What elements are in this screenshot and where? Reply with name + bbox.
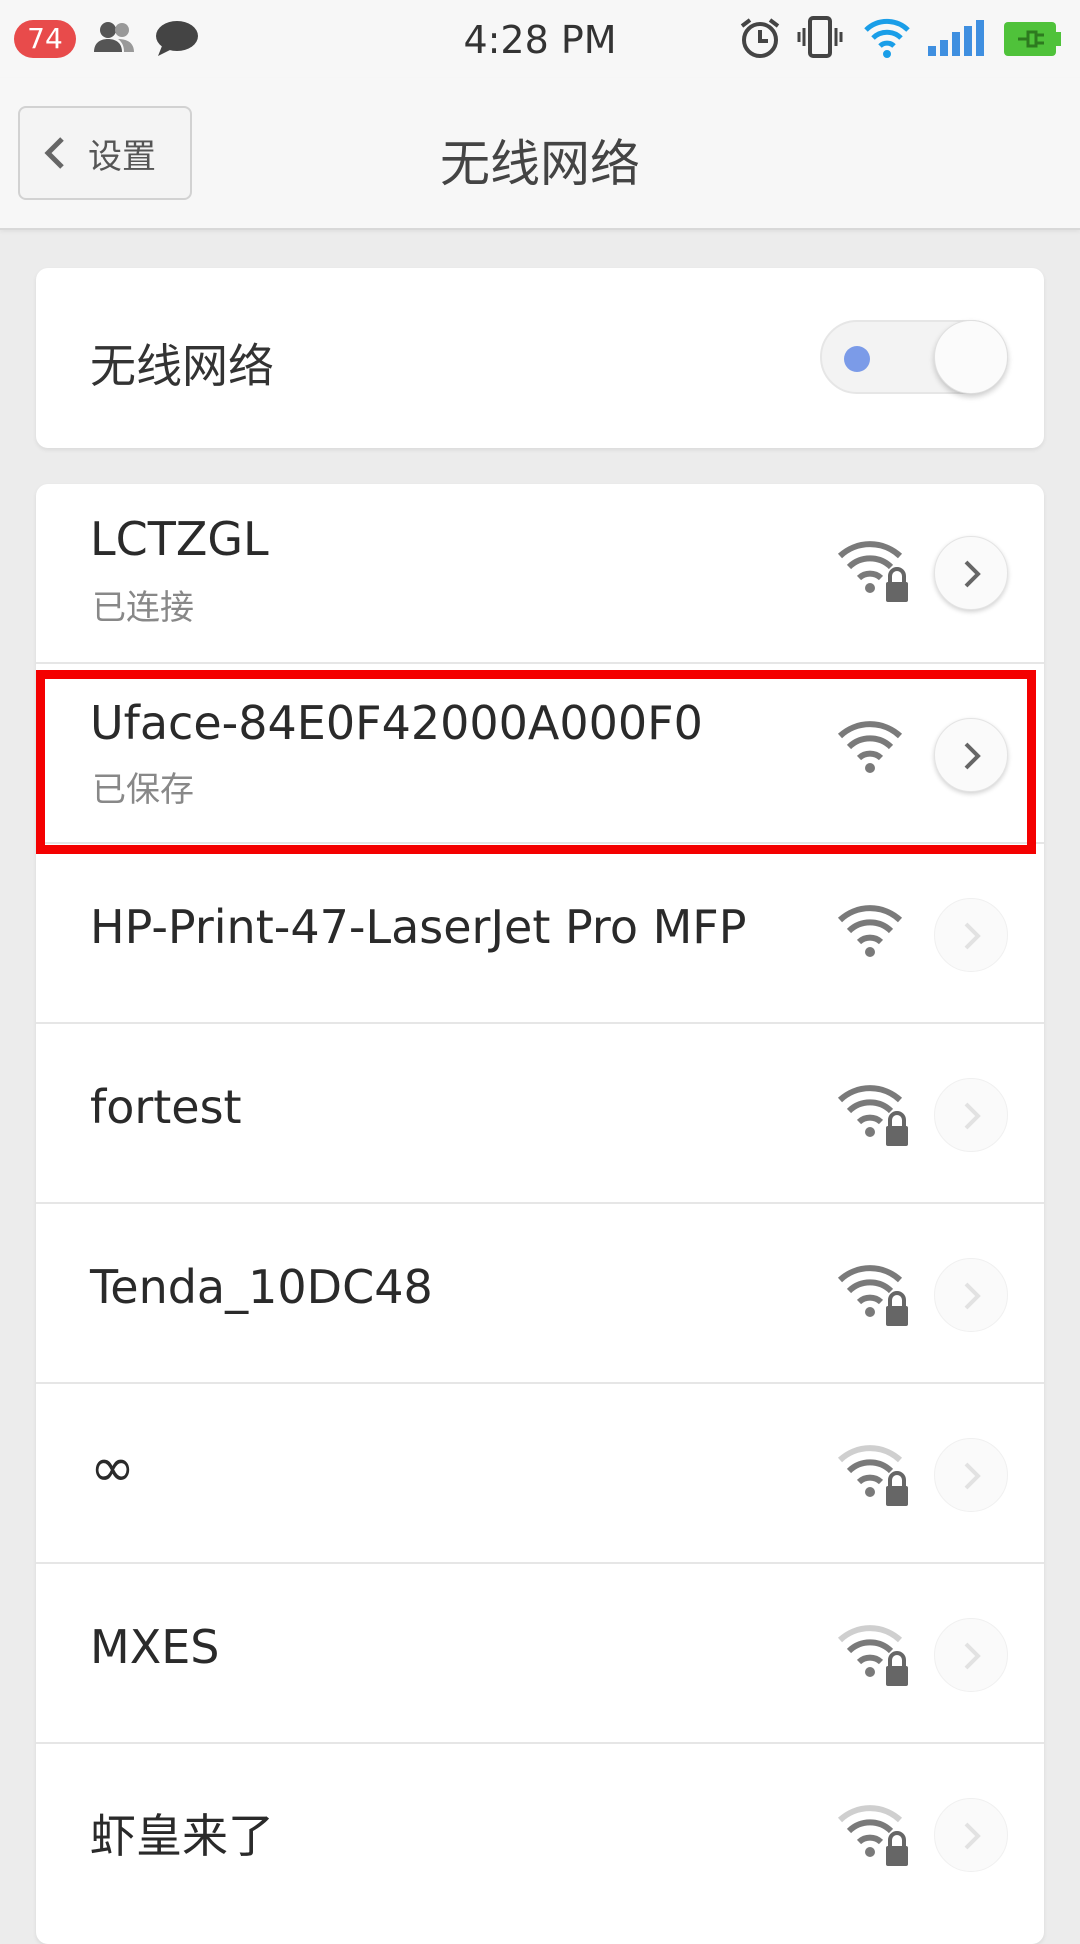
network-details-button[interactable] (934, 1618, 1008, 1692)
network-status: 已保存 (92, 770, 194, 810)
battery-charging-icon (1004, 22, 1061, 56)
clock: 4:28 PM (463, 18, 617, 62)
network-status: 已连接 (92, 588, 194, 628)
network-row[interactable]: fortest (36, 1024, 1044, 1204)
wifi-toggle-label: 无线网络 (90, 339, 274, 393)
chevron-right-icon (964, 742, 981, 770)
wifi-locked-icon (837, 1625, 908, 1686)
network-details-button[interactable] (934, 1258, 1008, 1332)
wifi-locked-icon (837, 541, 908, 602)
wifi-locked-icon (837, 1805, 908, 1866)
wifi-signal-icon (837, 721, 903, 773)
network-row[interactable]: HP-Print-47-LaserJet Pro MFP (36, 844, 1044, 1024)
chevron-right-icon (964, 922, 981, 950)
network-details-button[interactable] (934, 1078, 1008, 1152)
network-ssid: fortest (90, 1080, 242, 1134)
wifi-toggle-switch[interactable] (820, 320, 1008, 394)
network-ssid: Tenda_10DC48 (90, 1260, 433, 1314)
network-ssid: HP-Print-47-LaserJet Pro MFP (90, 900, 747, 954)
network-row[interactable]: 虾皇来了 (36, 1744, 1044, 1924)
toggle-knob[interactable] (934, 320, 1008, 394)
network-details-button[interactable] (934, 1798, 1008, 1872)
wifi-locked-icon (837, 1265, 908, 1326)
page-title: 无线网络 (440, 135, 640, 193)
toggle-indicator (844, 346, 870, 372)
chevron-right-icon (964, 1822, 981, 1850)
chevron-right-icon (964, 1462, 981, 1490)
signal-icon (928, 20, 984, 56)
network-row[interactable]: Uface-84E0F42000A000F0 已保存 (36, 664, 1044, 844)
network-row[interactable]: Tenda_10DC48 (36, 1204, 1044, 1384)
chevron-right-icon (964, 1102, 981, 1130)
network-details-button[interactable] (934, 718, 1008, 792)
network-details-button[interactable] (934, 898, 1008, 972)
wifi-icon (864, 18, 910, 58)
network-list: LCTZGL 已连接 Uface-84E0F42000A000F0 已保存 HP… (36, 484, 1044, 1944)
chevron-right-icon (964, 1282, 981, 1310)
wifi-locked-icon (837, 1085, 908, 1146)
network-details-button[interactable] (934, 1438, 1008, 1512)
network-ssid: 虾皇来了 (90, 1809, 274, 1863)
wifi-toggle-card: 无线网络 (36, 268, 1044, 448)
chevron-right-icon (964, 560, 981, 588)
network-ssid: Uface-84E0F42000A000F0 (90, 696, 703, 750)
wifi-signal-icon (837, 905, 903, 957)
network-row[interactable]: LCTZGL 已连接 (36, 484, 1044, 664)
network-ssid: ∞ (90, 1436, 135, 1499)
network-row[interactable]: ∞ (36, 1384, 1044, 1564)
vibrate-icon (797, 16, 843, 58)
status-bar: 74 4:28 PM (0, 0, 1080, 78)
network-row[interactable]: MXES (36, 1564, 1044, 1744)
alarm-icon (740, 18, 780, 58)
chevron-right-icon (964, 1642, 981, 1670)
network-ssid: LCTZGL (90, 512, 269, 566)
title-bar: 设置 无线网络 (0, 78, 1080, 230)
network-details-button[interactable] (934, 536, 1008, 610)
network-ssid: MXES (90, 1620, 220, 1674)
wifi-locked-icon (837, 1445, 908, 1506)
